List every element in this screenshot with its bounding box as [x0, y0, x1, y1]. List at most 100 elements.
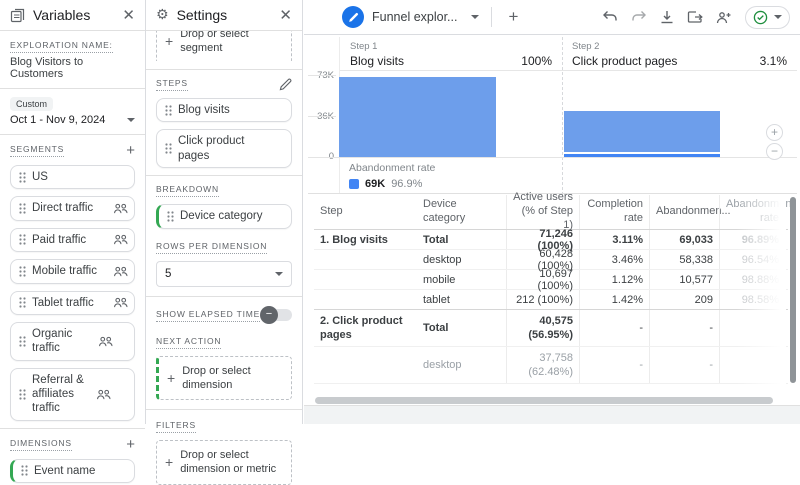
edit-steps-icon[interactable]	[279, 78, 292, 91]
horizontal-scrollbar[interactable]	[315, 397, 773, 404]
segment-chip-direct-traffic[interactable]: Direct traffic	[10, 196, 135, 221]
abandonment-legend: Abandonment rate 69K 96.9%	[349, 162, 435, 190]
show-elapsed-time-toggle[interactable]: −	[260, 306, 292, 324]
toggle-knob: −	[260, 306, 278, 324]
step-label: Blog visits	[178, 104, 230, 116]
rows-per-dimension-select[interactable]: 5	[156, 260, 292, 287]
abandonment-rate: 96.9%	[391, 178, 423, 190]
drag-handle-icon[interactable]	[165, 105, 172, 116]
settings-panel: ⚙ Settings ✕ + Drop or select segment ST…	[146, 0, 303, 485]
segment-chip-us[interactable]: US	[10, 165, 135, 190]
segment-label: Organic traffic	[32, 327, 73, 355]
col-device-category: Device category	[423, 198, 466, 224]
add-dimension-icon[interactable]: +	[126, 437, 135, 452]
saved-status-button[interactable]	[745, 5, 790, 29]
plus-icon: +	[165, 454, 174, 471]
rows-per-dimension-label: ROWS PER DIMENSION	[156, 241, 268, 254]
drag-handle-icon[interactable]	[19, 297, 26, 308]
segment-chip-mobile-traffic[interactable]: Mobile traffic	[10, 259, 135, 284]
step-2-percent: 3.1%	[759, 54, 787, 68]
breakdown-label: BREAKDOWN	[156, 184, 219, 198]
next-action-drop-text: Drop or select dimension	[182, 364, 251, 391]
exploration-name[interactable]: Blog Visitors to Customers	[0, 53, 145, 88]
funnel-exploration-canvas: 73K 36K 0 Step 1 Blog visits 100% Step 2…	[304, 35, 800, 405]
chevron-down-icon	[275, 271, 283, 276]
variables-icon	[10, 8, 25, 23]
drag-handle-icon[interactable]	[19, 234, 26, 246]
export-icon[interactable]	[687, 10, 703, 24]
drag-handle-icon[interactable]	[19, 172, 26, 183]
close-settings-icon[interactable]: ✕	[279, 6, 292, 24]
redo-icon[interactable]	[631, 10, 647, 24]
dimension-chip-event-name[interactable]: Event name	[10, 458, 135, 484]
filters-drop-text: Drop or select dimension or metric	[180, 449, 277, 476]
funnel-bar-step-2[interactable]	[564, 111, 720, 152]
step-1-caption: Step 1	[350, 41, 378, 52]
next-action-label: NEXT ACTION	[156, 336, 222, 349]
step-2-caption: Step 2	[572, 41, 600, 52]
next-action-drop-target[interactable]: + Drop or select dimension	[156, 355, 292, 401]
drag-handle-icon[interactable]	[19, 389, 26, 400]
date-range-value: Oct 1 - Nov 9, 2024	[10, 114, 106, 126]
filters-drop-target[interactable]: + Drop or select dimension or metric	[156, 440, 292, 485]
share-users-icon[interactable]	[716, 11, 732, 24]
table-row[interactable]: 2. Click product pages Total 40,575 (56.…	[314, 310, 788, 347]
add-segment-icon[interactable]: +	[126, 143, 135, 158]
col-step: Step	[320, 205, 343, 218]
chevron-down-icon	[127, 118, 135, 122]
variables-title: Variables	[33, 7, 91, 23]
audience-icon	[98, 336, 113, 347]
drag-handle-icon[interactable]	[19, 266, 26, 277]
undo-icon[interactable]	[602, 10, 618, 24]
audience-icon	[96, 389, 111, 400]
plus-icon: +	[167, 369, 176, 386]
dimension-label: Event name	[34, 464, 96, 477]
col-abandonments: Abandonmen...	[649, 195, 731, 229]
canvas-background	[304, 405, 800, 424]
segment-drop-target[interactable]: + Drop or select segment	[156, 31, 292, 61]
drag-handle-icon[interactable]	[19, 336, 26, 347]
segment-drop-text: Drop or select segment	[180, 31, 249, 55]
segment-chip-organic-traffic[interactable]: Organic traffic	[10, 321, 135, 361]
breakdown-chip-device-category[interactable]: Device category	[156, 204, 292, 229]
add-tab-button[interactable]: +	[508, 7, 518, 27]
step-chip-click-product-pages[interactable]: Click product pages	[156, 129, 292, 169]
table-row[interactable]: mobile 10,697 (100%) 1.12% 10,577 98.88%	[314, 268, 788, 292]
segment-label: Paid traffic	[32, 233, 87, 246]
segment-chip-referral-traffic[interactable]: Referral & affiliates traffic	[10, 367, 135, 421]
step-1-header: Step 1 Blog visits 100%	[340, 37, 562, 70]
drag-handle-icon[interactable]	[21, 465, 28, 477]
steps-label: STEPS	[156, 78, 188, 91]
tab-funnel-exploration[interactable]: Funnel explor...	[334, 0, 491, 34]
table-row[interactable]: desktop 37,758 (62.48%) - -	[314, 347, 788, 384]
drag-handle-icon[interactable]	[167, 211, 174, 222]
step-chip-blog-visits[interactable]: Blog visits	[156, 98, 292, 123]
legend-swatch	[349, 179, 359, 189]
table-header-row: Step Device category Active users (% of …	[314, 191, 795, 231]
segments-label: SEGMENTS	[10, 144, 65, 157]
step-2-header: Step 2 Click product pages 3.1%	[562, 37, 797, 70]
zoom-out-button[interactable]: −	[766, 143, 783, 160]
close-variables-icon[interactable]: ✕	[122, 6, 135, 24]
date-type-badge: Custom	[10, 97, 54, 111]
segment-chip-paid-traffic[interactable]: Paid traffic	[10, 227, 135, 253]
vertical-scrollbar[interactable]	[790, 197, 796, 383]
download-icon[interactable]	[660, 10, 674, 24]
segment-label: Mobile traffic	[32, 265, 97, 278]
rows-per-dimension-value: 5	[165, 267, 172, 280]
funnel-bar-step-1[interactable]	[339, 77, 496, 157]
step-1-percent: 100%	[521, 54, 552, 68]
exploration-name-label: EXPLORATION NAME:	[10, 40, 113, 53]
audience-icon	[113, 297, 128, 308]
date-range-selector[interactable]: Oct 1 - Nov 9, 2024	[0, 114, 145, 134]
funnel-data-table: Step Device category Active users (% of …	[314, 191, 795, 384]
zoom-in-button[interactable]: +	[766, 124, 783, 141]
drag-handle-icon[interactable]	[165, 143, 172, 154]
abandonment-label: Abandonment rate	[349, 162, 436, 174]
saved-check-icon	[753, 10, 768, 25]
drag-handle-icon[interactable]	[19, 203, 26, 214]
segment-chip-tablet-traffic[interactable]: Tablet traffic	[10, 290, 135, 315]
segment-label: Direct traffic	[32, 202, 94, 215]
dimensions-label: DIMENSIONS	[10, 438, 72, 451]
table-row[interactable]: tablet 212 (100%) 1.42% 209 98.58%	[314, 290, 788, 310]
